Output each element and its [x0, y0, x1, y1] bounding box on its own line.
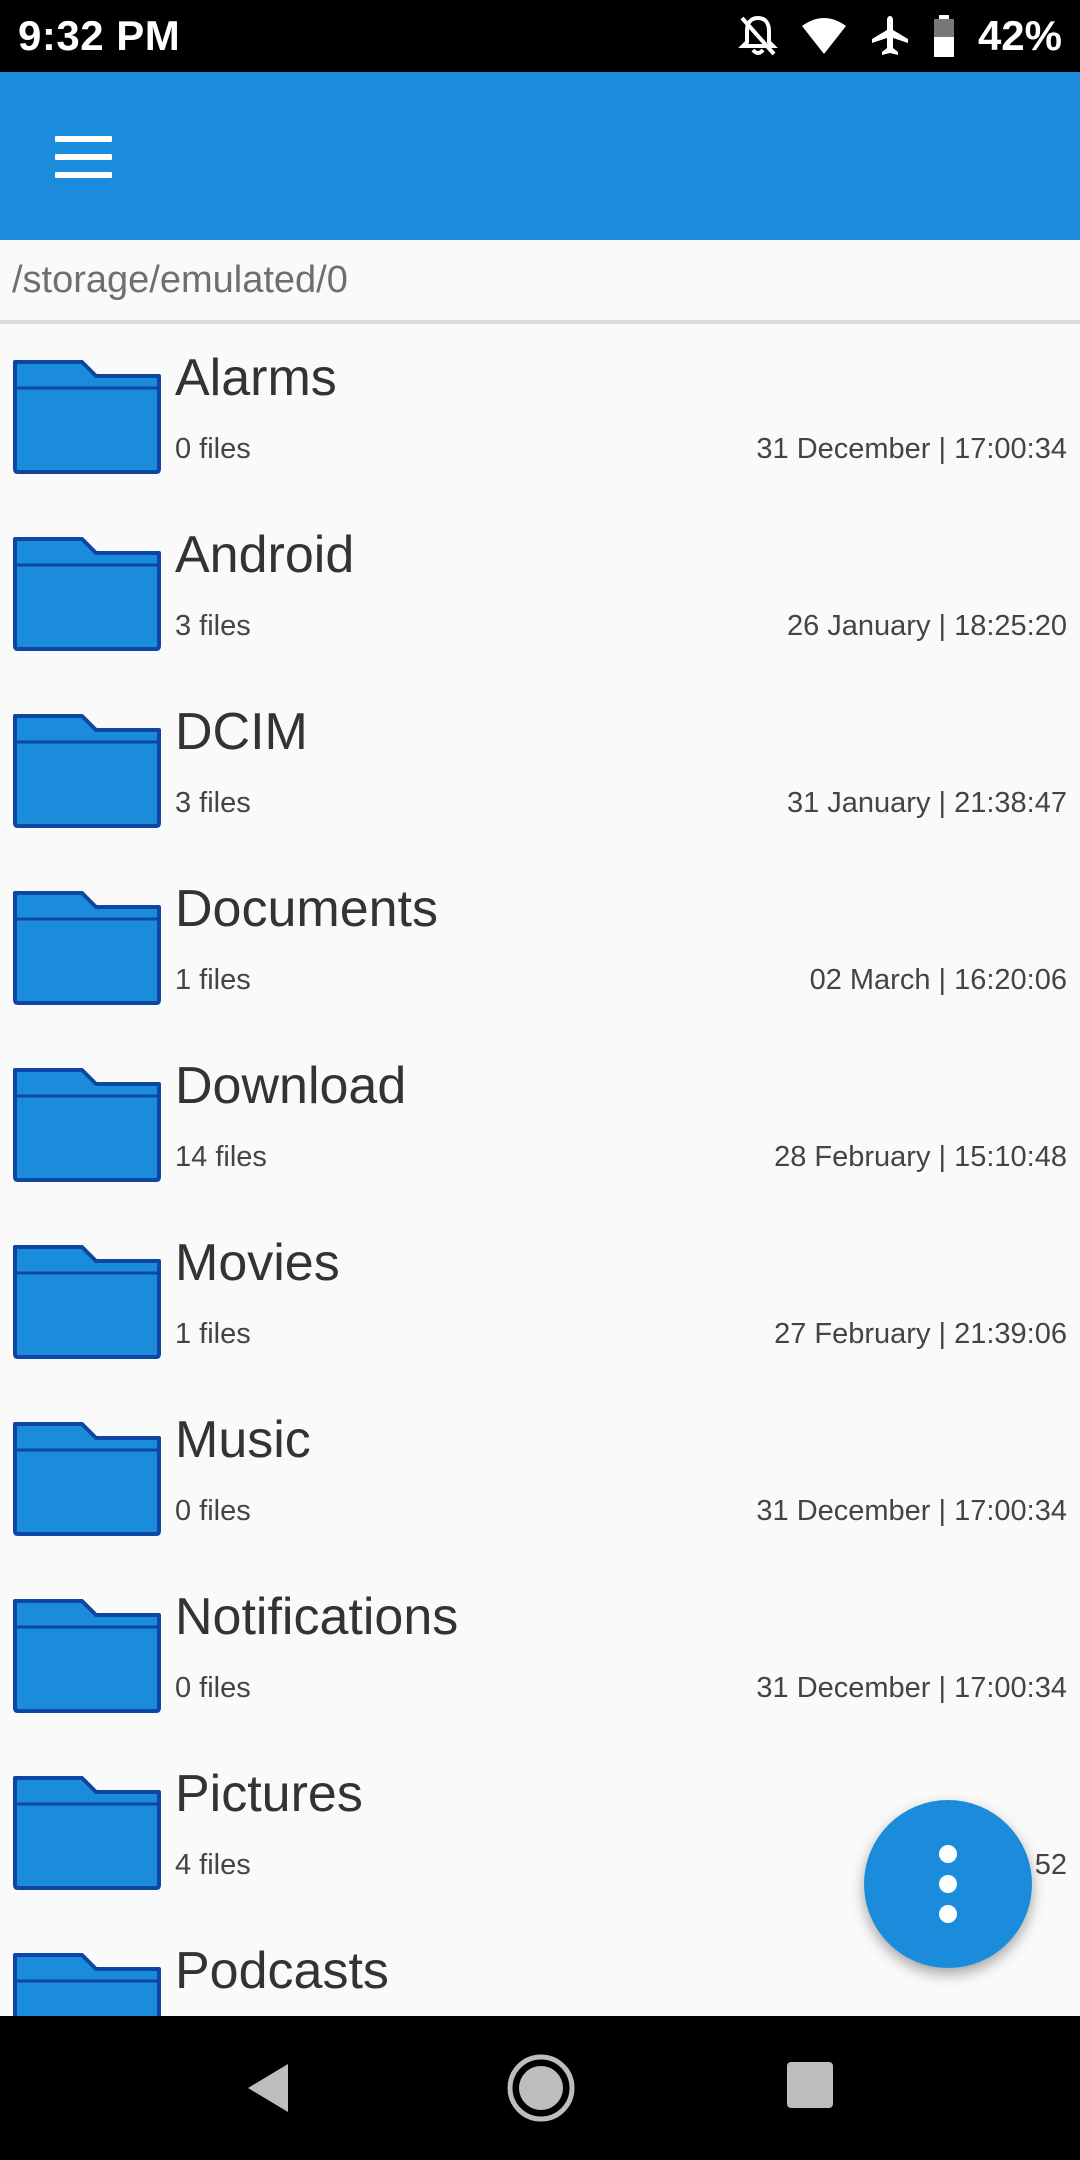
folder-file-count: 0 files [175, 433, 251, 465]
airplane-icon [870, 14, 910, 58]
navigation-bar [0, 2016, 1080, 2160]
folder-modified-date: 27 February | 21:39:06 [774, 1318, 1067, 1350]
home-icon[interactable] [505, 2052, 577, 2129]
folder-icon [13, 1068, 161, 1182]
more-vert-icon [939, 1845, 957, 1863]
folder-icon [13, 891, 161, 1005]
recents-icon[interactable] [786, 2061, 834, 2114]
folder-name: Podcasts [175, 1942, 389, 2000]
folder-icon [13, 537, 161, 651]
folder-modified-date: 31 January | 21:38:47 [786, 787, 1067, 819]
folder-row[interactable]: Download 14 files 28 February | 15:10:48 [0, 1036, 1080, 1213]
folder-name: Music [175, 1411, 311, 1469]
folder-file-count: 14 files [175, 1141, 267, 1173]
folder-file-count: 4 files [175, 1849, 251, 1881]
folder-name: Android [175, 526, 355, 584]
folder-row[interactable]: Alarms 0 files 31 December | 17:00:34 [0, 328, 1080, 505]
folder-file-count: 0 files [175, 1672, 251, 1704]
folder-modified-date: 31 December | 17:00:34 [756, 1495, 1067, 1527]
folder-modified-date: 02 March | 16:20:06 [809, 964, 1067, 996]
folder-name: Notifications [175, 1588, 459, 1646]
folder-file-count: 1 files [175, 1318, 251, 1350]
folder-icon [13, 1599, 161, 1713]
folder-modified-date: 26 January | 18:25:20 [786, 610, 1067, 642]
folder-row[interactable]: Documents 1 files 02 March | 16:20:06 [0, 859, 1080, 1036]
folder-modified-date: 28 February | 15:10:48 [774, 1141, 1067, 1173]
folder-icon [13, 1245, 161, 1359]
folder-file-count: 1 files [175, 964, 251, 996]
more-options-fab[interactable] [864, 1800, 1032, 1968]
folder-icon [13, 360, 161, 474]
folder-row[interactable]: Music 0 files 31 December | 17:00:34 [0, 1390, 1080, 1567]
current-path: /storage/emulated/0 [0, 240, 1080, 324]
folder-icon [13, 1422, 161, 1536]
folder-modified-date: 31 December | 17:00:34 [756, 1672, 1067, 1704]
folder-file-count: 0 files [175, 1495, 251, 1527]
screen: 9:32 PM 42% /storage/emulated/0 Alarms 0… [0, 0, 1080, 2160]
notifications-off-icon [738, 14, 778, 58]
folder-icon [13, 1776, 161, 1890]
folder-name: Documents [175, 880, 438, 938]
folder-name: Movies [175, 1234, 340, 1292]
folder-name: Pictures [175, 1765, 363, 1823]
app-bar [0, 72, 1080, 240]
folder-row[interactable]: Android 3 files 26 January | 18:25:20 [0, 505, 1080, 682]
battery-percentage: 42% [977, 12, 1062, 59]
folder-icon [13, 714, 161, 828]
back-icon[interactable] [240, 2058, 300, 2123]
folder-name: Alarms [175, 349, 337, 407]
battery-icon [932, 14, 956, 58]
folder-file-count: 3 files [175, 610, 251, 642]
status-time: 9:32 PM [18, 12, 181, 59]
folder-modified-date: 31 December | 17:00:34 [756, 433, 1067, 465]
wifi-icon [800, 16, 848, 56]
status-icons: 42% [738, 12, 1062, 60]
folder-name: DCIM [175, 703, 308, 761]
folder-file-count: 3 files [175, 787, 251, 819]
status-bar: 9:32 PM 42% [0, 0, 1080, 72]
folder-name: Download [175, 1057, 407, 1115]
folder-row[interactable]: Notifications 0 files 31 December | 17:0… [0, 1567, 1080, 1744]
hamburger-menu-icon[interactable] [40, 122, 126, 192]
folder-row[interactable]: DCIM 3 files 31 January | 21:38:47 [0, 682, 1080, 859]
folder-row[interactable]: Movies 1 files 27 February | 21:39:06 [0, 1213, 1080, 1390]
folder-list: Alarms 0 files 31 December | 17:00:34 An… [0, 328, 1080, 2016]
folder-icon [13, 1953, 161, 2016]
